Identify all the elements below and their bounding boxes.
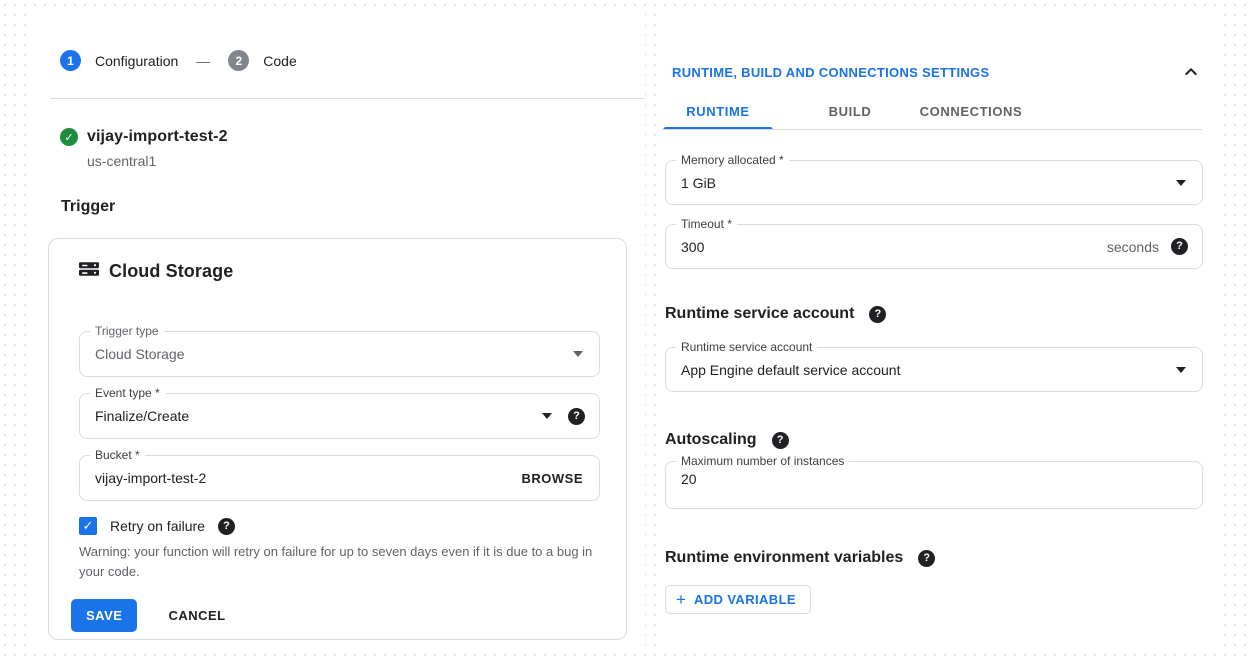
autoscaling-heading: Autoscaling — [665, 431, 757, 449]
function-region: us-central1 — [87, 153, 156, 169]
settings-tabs: RUNTIME BUILD CONNECTIONS — [663, 93, 1027, 129]
chevron-down-icon — [1176, 180, 1186, 186]
memory-select[interactable]: Memory allocated * 1 GiB — [665, 160, 1203, 205]
autoscaling-help-icon[interactable]: ? — [772, 432, 789, 449]
retry-label: Retry on failure — [110, 518, 205, 534]
event-type-select[interactable]: Event type * Finalize/Create ? — [79, 393, 600, 439]
tab-build[interactable]: BUILD — [815, 93, 885, 129]
settings-expander[interactable]: RUNTIME, BUILD AND CONNECTIONS SETTINGS — [672, 64, 1199, 80]
timeout-input[interactable] — [666, 239, 1107, 255]
trigger-type-label: Trigger type — [90, 323, 164, 339]
divider — [50, 98, 645, 99]
retry-warning-text: Warning: your function will retry on fai… — [79, 542, 598, 581]
add-variable-label: ADD VARIABLE — [694, 592, 796, 607]
chevron-up-icon[interactable] — [1183, 64, 1199, 80]
step-2-label[interactable]: Code — [263, 53, 296, 69]
function-name: vijay-import-test-2 — [87, 128, 228, 146]
env-variables-heading: Runtime environment variables — [665, 549, 903, 567]
cancel-button[interactable]: CANCEL — [162, 599, 231, 632]
stepper: 1 Configuration — 2 Code — [60, 50, 297, 71]
save-button[interactable]: SAVE — [71, 599, 137, 632]
memory-value: 1 GiB — [666, 175, 1176, 191]
trigger-card: Cloud Storage Trigger type Cloud Storage… — [48, 238, 627, 640]
runtime-service-account-select[interactable]: Runtime service account App Engine defau… — [665, 347, 1203, 392]
browse-button[interactable]: BROWSE — [522, 471, 584, 486]
tabs-divider — [663, 129, 1203, 130]
event-type-help-icon[interactable]: ? — [568, 408, 585, 425]
step-1-badge[interactable]: 1 — [60, 50, 81, 71]
settings-header-label[interactable]: RUNTIME, BUILD AND CONNECTIONS SETTINGS — [672, 65, 989, 80]
stepper-separator: — — [196, 53, 210, 69]
step-2-badge[interactable]: 2 — [228, 50, 249, 71]
trigger-section-title: Trigger — [61, 198, 115, 216]
tab-connections[interactable]: CONNECTIONS — [915, 93, 1027, 129]
bucket-input[interactable] — [80, 470, 522, 486]
configuration-panel: 1 Configuration — 2 Code ✓ vijay-import-… — [33, 10, 645, 650]
event-type-value: Finalize/Create — [80, 408, 542, 424]
runtime-service-account-label: Runtime service account — [676, 339, 817, 355]
step-1-label[interactable]: Configuration — [95, 53, 178, 69]
trigger-type-value: Cloud Storage — [80, 346, 573, 362]
timeout-suffix: seconds — [1107, 239, 1159, 255]
env-variables-help-icon[interactable]: ? — [918, 550, 935, 567]
retry-help-icon[interactable]: ? — [218, 518, 235, 535]
success-check-icon: ✓ — [60, 128, 78, 146]
tab-runtime[interactable]: RUNTIME — [663, 93, 773, 129]
memory-label: Memory allocated * — [676, 152, 789, 168]
chevron-down-icon — [1176, 367, 1186, 373]
trigger-type-select[interactable]: Trigger type Cloud Storage — [79, 331, 600, 377]
timeout-field: Timeout * seconds ? — [665, 224, 1203, 269]
retry-checkbox[interactable]: ✓ — [79, 517, 97, 535]
bucket-field: Bucket * BROWSE — [79, 455, 600, 501]
timeout-help-icon[interactable]: ? — [1171, 238, 1188, 255]
timeout-label: Timeout * — [676, 216, 737, 232]
bucket-label: Bucket * — [90, 447, 145, 463]
runtime-service-account-value: App Engine default service account — [666, 362, 1176, 378]
chevron-down-icon — [573, 351, 583, 357]
chevron-down-icon — [542, 413, 552, 419]
cloud-storage-icon — [79, 259, 99, 284]
plus-icon: + — [676, 591, 686, 608]
runtime-service-account-help-icon[interactable]: ? — [869, 306, 886, 323]
runtime-settings-panel: RUNTIME, BUILD AND CONNECTIONS SETTINGS … — [657, 12, 1224, 646]
add-variable-button[interactable]: + ADD VARIABLE — [665, 585, 811, 614]
runtime-service-account-heading: Runtime service account — [665, 305, 854, 323]
event-type-label: Event type * — [90, 385, 165, 401]
max-instances-label: Maximum number of instances — [676, 453, 849, 469]
trigger-card-title: Cloud Storage — [109, 261, 233, 282]
max-instances-field: Maximum number of instances — [665, 461, 1203, 509]
